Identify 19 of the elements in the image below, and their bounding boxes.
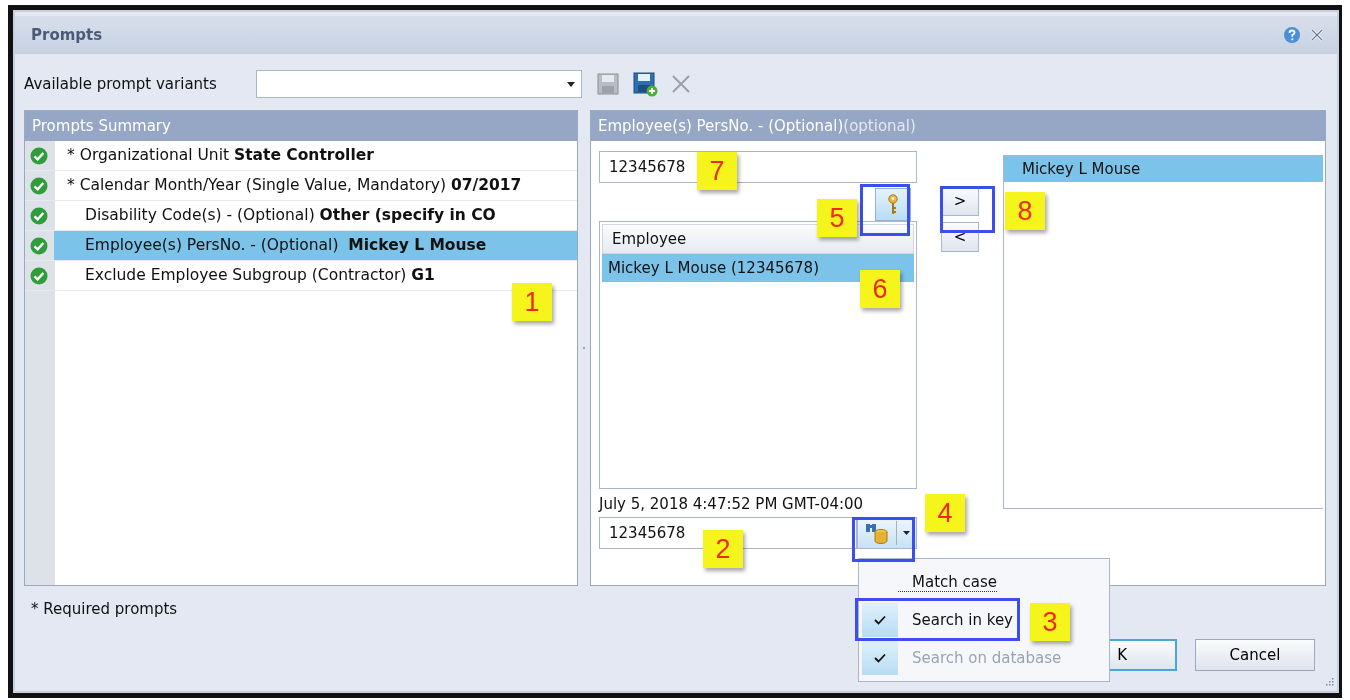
required-note: * Required prompts (31, 600, 178, 620)
callout-tooltip: 3 (1030, 603, 1070, 641)
callout-tooltip: 7 (697, 152, 737, 190)
panel-title: Employee(s) PersNo. - (Optional) (598, 117, 844, 135)
callout-tooltip: 2 (703, 530, 743, 568)
callout-tooltip: 4 (925, 494, 965, 532)
window-title: Prompts (31, 26, 103, 44)
callout-tooltip: 8 (1005, 192, 1045, 230)
prompt-text: Exclude Employee Subgroup (Contractor) G1 (84, 265, 436, 286)
optional-hint: (optional) (843, 117, 916, 135)
prompt-text: * Calendar Month/Year (Single Value, Mandatory) 07/2017 (66, 175, 523, 196)
callout-tooltip: 1 (512, 283, 552, 321)
prompt-text: * Organizational Unit State Controller (66, 145, 375, 166)
timestamp: July 5, 2018 4:47:52 PM GMT-04:00 (599, 495, 865, 515)
panel-title: Prompts Summary (32, 117, 171, 135)
callout-tooltip: 5 (817, 199, 857, 237)
callout-tooltip: 6 (860, 270, 900, 308)
variants-label: Available prompt variants (24, 75, 218, 93)
prompt-text: Disability Code(s) - (Optional) Other (specify in CO (84, 205, 497, 226)
